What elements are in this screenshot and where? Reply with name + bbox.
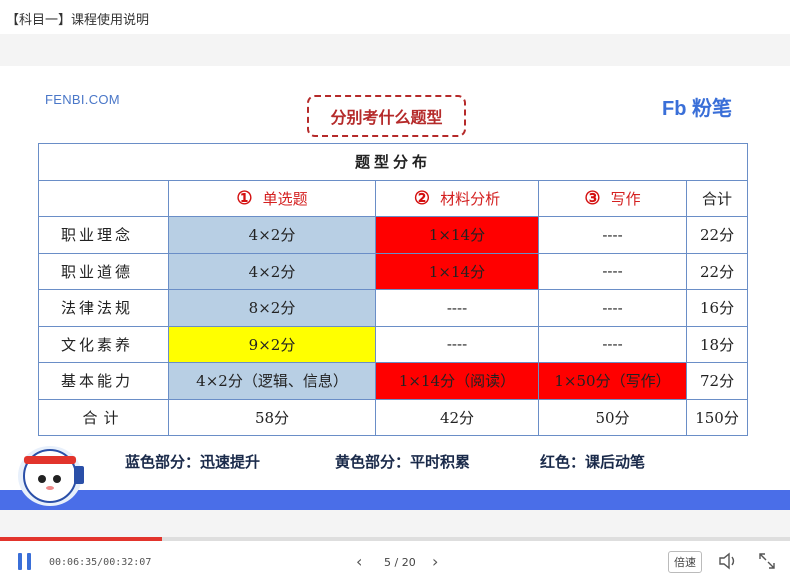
table-cell: 9×2分 <box>168 325 376 363</box>
row-label: 职业道德 <box>38 252 169 290</box>
header-number: ② <box>413 187 431 209</box>
table-cell: 1×14分 <box>375 252 539 290</box>
table-cell: 1×14分（阅读） <box>375 362 539 400</box>
legend-blue: 蓝色部分：迅速提升 <box>125 453 261 471</box>
brand-website: FENBI.COM <box>45 92 120 107</box>
legend-red: 红色：课后动笔 <box>540 453 646 471</box>
legend-yellow: 黄色部分：平时积累 <box>335 453 471 471</box>
table-cell: 18分 <box>685 325 749 363</box>
header-writing: ③ 写作 <box>538 179 687 217</box>
table-row: 法律法规 8×2分 ---- ---- 16分 <box>38 289 749 327</box>
table-cell: 50分 <box>538 398 687 436</box>
row-label: 基本能力 <box>38 362 169 400</box>
table-cell: 58分 <box>168 398 376 436</box>
pause-icon[interactable] <box>18 553 32 570</box>
table-row: 职业理念 4×2分 1×14分 ---- 22分 <box>38 216 749 254</box>
playback-time: 00:06:35/00:32:07 <box>49 557 152 568</box>
table-cell: 22分 <box>685 252 749 290</box>
header-number: ① <box>236 187 253 209</box>
window-title: 【科目一】课程使用说明 <box>6 13 150 28</box>
table-header-row: ① 单选题 ② 材料分析 ③ 写作 合计 <box>38 179 749 217</box>
table-cell: 1×14分 <box>375 216 539 254</box>
row-label: 法律法规 <box>38 289 169 327</box>
table-title-row: 题型分布 <box>37 143 749 181</box>
mascot-icon <box>18 446 84 506</box>
table-cell: ---- <box>375 325 539 363</box>
title-bar: 【科目一】课程使用说明 <box>0 0 790 34</box>
table-corner-cell <box>38 179 169 217</box>
table-cell: ---- <box>538 325 687 363</box>
header-label: 单选题 <box>262 189 308 208</box>
fullscreen-icon[interactable] <box>758 552 776 570</box>
header-total: 合计 <box>685 179 749 217</box>
prev-page-button[interactable]: ‹ <box>356 552 362 571</box>
header-material-analysis: ② 材料分析 <box>375 179 539 217</box>
volume-icon[interactable] <box>718 552 738 570</box>
question-type-table: 题型分布 ① 单选题 ② 材料分析 ③ 写作 合计 职业理念 4×2分 1×14分 -… <box>37 143 749 436</box>
table-row: 职业道德 4×2分 1×14分 ---- 22分 <box>38 252 749 290</box>
table-row: 文化素养 9×2分 ---- ---- 18分 <box>38 325 749 363</box>
table-cell: 4×2分（逻辑、信息） <box>168 362 376 400</box>
header-single-choice: ① 单选题 <box>168 179 376 217</box>
next-page-button[interactable]: › <box>432 552 438 571</box>
table-cell: 72分 <box>685 362 749 400</box>
row-label: 文化素养 <box>38 325 169 363</box>
table-cell: 1×50分（写作） <box>538 362 687 400</box>
slide-heading-text: 分别考什么题型 <box>330 108 443 127</box>
slide-footer-band <box>0 490 790 510</box>
row-label: 合计 <box>38 398 169 436</box>
table-cell: 4×2分 <box>168 252 376 290</box>
header-label: 材料分析 <box>440 189 501 208</box>
table-cell: 16分 <box>685 289 749 327</box>
speed-button[interactable]: 倍速 <box>668 551 702 573</box>
table-cell: ---- <box>538 289 687 327</box>
header-label: 写作 <box>610 189 641 208</box>
table-cell: ---- <box>538 252 687 290</box>
table-cell: 150分 <box>685 398 749 436</box>
table-title: 题型分布 <box>37 143 749 181</box>
player-controls: 00:06:35/00:32:07 ‹ 5 / 20 › 倍速 <box>0 541 790 580</box>
header-number: ③ <box>584 187 601 209</box>
table-row: 基本能力 4×2分（逻辑、信息） 1×14分（阅读） 1×50分（写作） 72分 <box>38 362 749 400</box>
table-cell: ---- <box>375 289 539 327</box>
table-cell: 4×2分 <box>168 216 376 254</box>
table-cell: 42分 <box>375 398 539 436</box>
row-label: 职业理念 <box>38 216 169 254</box>
table-cell: ---- <box>538 216 687 254</box>
table-cell: 22分 <box>685 216 749 254</box>
table-cell: 8×2分 <box>168 289 376 327</box>
brand-logo: Fb 粉笔 <box>662 98 732 120</box>
slide-heading: 分别考什么题型 <box>307 95 466 137</box>
page-indicator: 5 / 20 <box>384 556 416 569</box>
table-total-row: 合计 58分 42分 50分 150分 <box>38 398 749 436</box>
